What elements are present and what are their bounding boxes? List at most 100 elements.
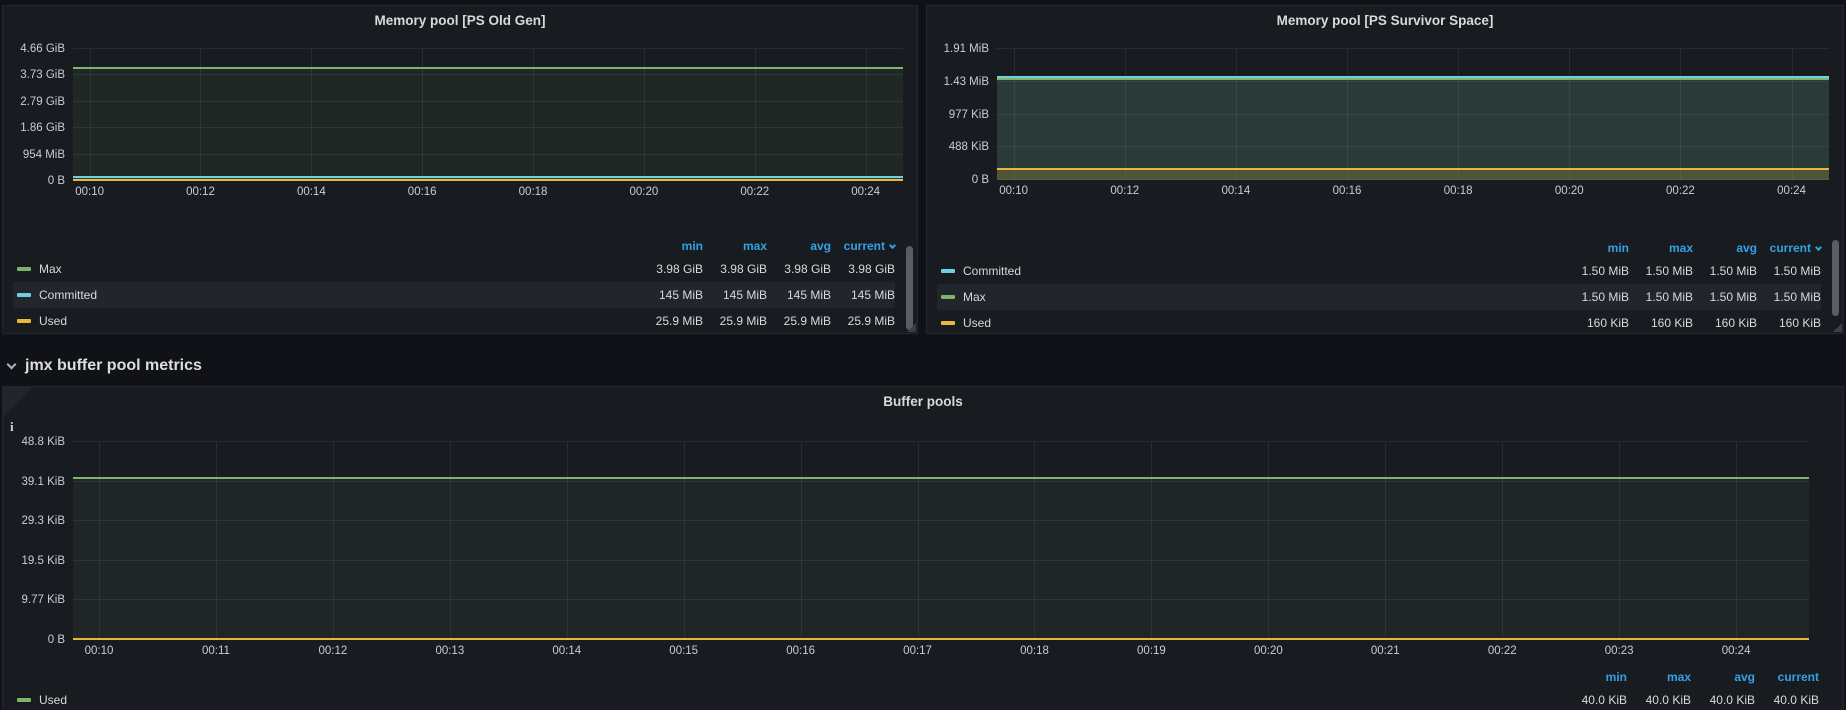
legend-row: Used40.0 KiB40.0 KiB40.0 KiB40.0 KiB	[13, 687, 1819, 710]
panel-title[interactable]: Memory pool [PS Old Gen]	[3, 8, 917, 34]
x-tick-label: 00:22	[740, 186, 769, 198]
x-tick-label: 00:20	[1555, 185, 1584, 197]
legend-header-max[interactable]: max	[1629, 241, 1693, 255]
legend-series-swatch[interactable]	[941, 295, 955, 299]
legend-series-name[interactable]: Used	[963, 316, 991, 330]
legend-value-avg: 3.98 GiB	[767, 262, 831, 276]
x-tick-label: 00:18	[1020, 645, 1049, 657]
legend-value-max: 3.98 GiB	[703, 262, 767, 276]
x-tick-label: 00:16	[408, 186, 437, 198]
legend-series-name[interactable]: Committed	[39, 288, 97, 302]
legend-header-min[interactable]: min	[1563, 670, 1627, 684]
legend-series-swatch[interactable]	[17, 267, 31, 271]
legend-series-max[interactable]: Max	[13, 262, 639, 276]
legend-series-name[interactable]: Used	[39, 314, 67, 328]
legend-header-row: minmaxavgcurrent	[13, 236, 895, 256]
legend-value-avg: 1.50 MiB	[1693, 264, 1757, 278]
x-tick-label: 00:24	[1777, 185, 1806, 197]
panel-resize-handle[interactable]	[907, 323, 916, 332]
legend: minmaxavgcurrentUsed40.0 KiB40.0 KiB40.0…	[13, 667, 1819, 710]
y-tick-label: 954 MiB	[7, 148, 65, 162]
series-fill-max	[997, 79, 1829, 180]
legend-value-current: 145 MiB	[831, 288, 895, 302]
legend-series-used[interactable]: Used	[13, 693, 1563, 707]
legend-series-swatch[interactable]	[17, 698, 31, 702]
chart-plot-area[interactable]: 0 B488 KiB977 KiB1.43 MiB1.91 MiB00:1000…	[997, 49, 1829, 180]
y-tick-label: 1.43 MiB	[931, 75, 989, 89]
series-line-used	[997, 168, 1829, 170]
chevron-down-icon	[1815, 244, 1822, 251]
y-tick-label: 39.1 KiB	[7, 475, 65, 489]
panel-title[interactable]: Buffer pools	[3, 389, 1843, 415]
series-line-used	[73, 179, 903, 181]
x-tick-label: 00:17	[903, 645, 932, 657]
row-header-jmx-buffer-pool-metrics[interactable]: jmx buffer pool metrics	[8, 352, 202, 380]
legend-series-used[interactable]: Used	[13, 314, 639, 328]
legend-header-current[interactable]: current	[831, 239, 895, 253]
legend: minmaxavgcurrentMax3.98 GiB3.98 GiB3.98 …	[13, 236, 895, 334]
panel-title[interactable]: Memory pool [PS Survivor Space]	[927, 8, 1843, 34]
legend-value-current: 1.50 MiB	[1757, 290, 1821, 304]
y-tick-label: 48.8 KiB	[7, 435, 65, 449]
chart-plot-area[interactable]: 0 B9.77 KiB19.5 KiB29.3 KiB39.1 KiB48.8 …	[73, 442, 1809, 640]
panel-buffer-pools: i Buffer pools 0 B9.77 KiB19.5 KiB29.3 K…	[2, 386, 1844, 710]
legend-header-current[interactable]: current	[1755, 670, 1819, 684]
legend-header-max[interactable]: max	[1627, 670, 1691, 684]
chevron-down-icon	[889, 242, 896, 249]
chevron-down-icon	[7, 359, 17, 369]
legend-value-max: 25.9 MiB	[703, 314, 767, 328]
legend-scrollbar[interactable]	[906, 246, 913, 330]
legend-value-max: 160 KiB	[1629, 316, 1693, 330]
legend-series-swatch[interactable]	[17, 293, 31, 297]
legend-header-avg[interactable]: avg	[1693, 241, 1757, 255]
legend-series-swatch[interactable]	[941, 269, 955, 273]
legend-header-min[interactable]: min	[639, 239, 703, 253]
legend-series-swatch[interactable]	[17, 319, 31, 323]
x-tick-label: 00:24	[1722, 645, 1751, 657]
legend-scrollbar[interactable]	[1832, 240, 1839, 316]
legend-header-avg[interactable]: avg	[767, 239, 831, 253]
x-tick-label: 00:15	[669, 645, 698, 657]
legend-row: Used25.9 MiB25.9 MiB25.9 MiB25.9 MiB	[13, 308, 895, 334]
legend-series-name[interactable]: Committed	[963, 264, 1021, 278]
legend-header-min[interactable]: min	[1565, 241, 1629, 255]
legend-value-current: 3.98 GiB	[831, 262, 895, 276]
legend-value-max: 145 MiB	[703, 288, 767, 302]
x-tick-label: 00:16	[786, 645, 815, 657]
legend-value-avg: 1.50 MiB	[1693, 290, 1757, 304]
panel-resize-handle[interactable]	[1833, 323, 1842, 332]
legend-series-name[interactable]: Max	[39, 262, 62, 276]
y-tick-label: 0 B	[7, 174, 65, 188]
series-line-baseline	[73, 638, 1809, 640]
legend-value-current: 25.9 MiB	[831, 314, 895, 328]
legend-series-used[interactable]: Used	[937, 316, 1565, 330]
legend-series-max[interactable]: Max	[937, 290, 1565, 304]
legend-row: Max1.50 MiB1.50 MiB1.50 MiB1.50 MiB	[937, 284, 1821, 310]
x-tick-label: 00:12	[319, 645, 348, 657]
legend-series-name[interactable]: Used	[39, 693, 67, 707]
gridline-y	[73, 48, 903, 49]
legend-series-committed[interactable]: Committed	[13, 288, 639, 302]
legend-series-swatch[interactable]	[941, 321, 955, 325]
x-tick-label: 00:18	[519, 186, 548, 198]
info-icon: i	[10, 419, 14, 435]
panel-memory-pool-ps-survivor-space: Memory pool [PS Survivor Space] 0 B488 K…	[926, 5, 1844, 334]
legend-header-max[interactable]: max	[703, 239, 767, 253]
x-tick-label: 00:19	[1137, 645, 1166, 657]
x-tick-label: 00:10	[75, 186, 104, 198]
legend-value-current: 160 KiB	[1757, 316, 1821, 330]
legend-value-max: 1.50 MiB	[1629, 290, 1693, 304]
legend-series-name[interactable]: Max	[963, 290, 986, 304]
panel-memory-pool-ps-old-gen: Memory pool [PS Old Gen] 0 B954 MiB1.86 …	[2, 5, 918, 334]
legend-value-min: 25.9 MiB	[639, 314, 703, 328]
legend-value-min: 40.0 KiB	[1563, 693, 1627, 707]
legend-header-current[interactable]: current	[1757, 241, 1821, 255]
y-tick-label: 488 KiB	[931, 140, 989, 154]
chart-plot-area[interactable]: 0 B954 MiB1.86 GiB2.79 GiB3.73 GiB4.66 G…	[73, 49, 903, 181]
x-tick-label: 00:20	[630, 186, 659, 198]
legend-header-row: minmaxavgcurrent	[937, 238, 1821, 258]
x-tick-label: 00:13	[435, 645, 464, 657]
legend-series-committed[interactable]: Committed	[937, 264, 1565, 278]
legend-value-avg: 145 MiB	[767, 288, 831, 302]
legend-header-avg[interactable]: avg	[1691, 670, 1755, 684]
